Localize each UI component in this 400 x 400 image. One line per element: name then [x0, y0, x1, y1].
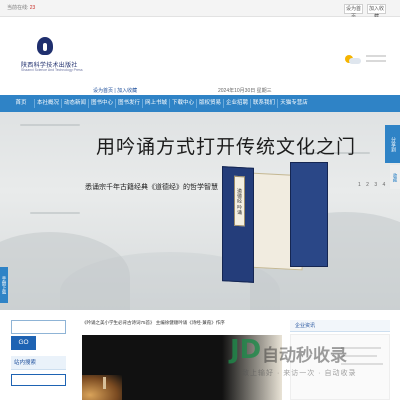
watermark-subtext: 致上输好 · 来访一次 · 自动收录 [242, 370, 357, 377]
nav-item-tmall[interactable]: 天猫专营店 [278, 95, 310, 112]
weather-info [366, 55, 386, 67]
site-search-title: 站内搜索 [11, 356, 66, 370]
search-input[interactable] [11, 320, 66, 334]
banner-subtitle: 悉诵宗千年古籍经典《道德经》的哲学智慧 [85, 184, 218, 191]
nav-item-news[interactable]: 动态新闻 [62, 95, 88, 112]
online-stats-label: 当前在线: [7, 5, 29, 11]
banner-title: 用吟诵方式打开传统文化之门 [96, 136, 357, 158]
share-side-tab[interactable]: 分享到 [385, 125, 400, 163]
nav-item-contact[interactable]: 联系我们 [251, 95, 277, 112]
watermark-overlay: JD 自动秒收录 致上输好 · 来访一次 · 自动收录 [230, 335, 395, 385]
nav-item-about[interactable]: 本社概况 [35, 95, 61, 112]
quick-link-homepage[interactable]: 设为首页 [93, 88, 113, 94]
search-go-button[interactable]: GO [11, 336, 36, 350]
favorite-side-tab[interactable]: 收藏 [390, 165, 400, 189]
add-favorite-button[interactable]: 加入收藏 [367, 4, 386, 20]
main-nav: 首页 本社概况 动态新闻 图书中心 图书发行 网上书城 下载中心 版权贸易 企业… [0, 95, 400, 112]
watermark-text: 自动秒收录 [262, 346, 347, 365]
nav-item-home[interactable]: 首页 [8, 95, 34, 112]
weather-icon [345, 55, 367, 65]
right-panel-title: 企业资讯 [290, 320, 390, 332]
nav-item-books[interactable]: 图书中心 [89, 95, 115, 112]
nav-item-jobs[interactable]: 企业招聘 [224, 95, 250, 112]
set-homepage-button[interactable]: 设为首页 [344, 4, 363, 20]
online-stats: 当前在线: 23 [7, 4, 35, 11]
header [0, 17, 400, 95]
top-bar: 当前在线: 23 设为首页 加入收藏 [0, 0, 400, 20]
publisher-logo-icon[interactable] [37, 37, 53, 55]
logo-name-en: Shaanxi Science And Technology Press [21, 68, 83, 72]
online-stats-value: 23 [29, 5, 36, 11]
nav-item-distribution[interactable]: 图书发行 [116, 95, 142, 112]
banner-pagination[interactable]: 1 2 3 4 [358, 182, 387, 188]
book-title: 道德经 吟诵 [234, 175, 245, 227]
nav-item-bookstore[interactable]: 网上书城 [143, 95, 169, 112]
page-root: 当前在线: 23 设为首页 加入收藏 陕西科学技术出版社 Shaanxi Sci… [0, 0, 400, 400]
news-marquee[interactable]: 《吟诵之美小学生必背古诗词75首》 主编徐健顺吟诵《诗经·蒹葭》作序 [82, 320, 282, 330]
quick-link-favorite[interactable]: 加入收藏 [117, 88, 137, 94]
quick-links: 设为首页 | 加入收藏 [93, 88, 138, 94]
hero-banner[interactable]: 用吟诵方式打开传统文化之门 悉诵宗千年古籍经典《道德经》的哲学智慧 道德经 吟诵 [0, 112, 400, 310]
nav-item-copyright[interactable]: 版权贸易 [197, 95, 223, 112]
download-side-tab[interactable]: 手册下载 [0, 267, 8, 303]
book-cover-back [290, 162, 328, 267]
current-date: 2024年10月30日 星期三 [218, 88, 272, 94]
nav-item-downloads[interactable]: 下载中心 [170, 95, 196, 112]
book-cover: 道德经 吟诵 [222, 166, 254, 283]
watermark-logo: JD [230, 335, 262, 365]
site-search-input[interactable] [11, 374, 66, 386]
